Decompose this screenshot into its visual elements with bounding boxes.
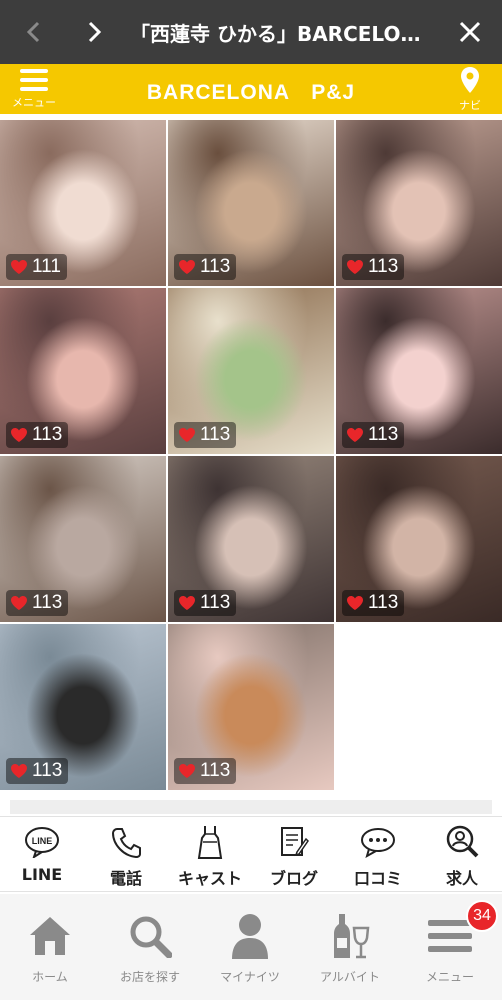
like-count-value: 113 — [200, 256, 231, 277]
navi-button[interactable]: ナビ — [448, 66, 492, 112]
like-count-value: 113 — [368, 424, 399, 445]
shop-menu-label: キャスト — [177, 869, 242, 888]
like-count[interactable]: 113 — [6, 590, 69, 616]
shop-menu-phone[interactable]: 電話 — [84, 823, 168, 889]
close-button[interactable] — [452, 14, 488, 50]
shop-menu-label: 電話 — [109, 869, 142, 888]
like-count[interactable]: 113 — [174, 254, 237, 280]
like-count[interactable]: 113 — [174, 590, 237, 616]
photo-tile[interactable]: 113 — [0, 456, 166, 622]
shop-brand-title: BARCELONA P&J — [146, 81, 356, 104]
line-icon: LINE — [25, 827, 59, 858]
tab-home[interactable]: ホーム — [0, 910, 100, 990]
like-count-value: 113 — [200, 424, 231, 445]
shop-menu-blog[interactable]: ブログ — [252, 823, 336, 889]
heart-icon — [347, 260, 363, 274]
shop-menu-label: LINE — [21, 865, 63, 884]
shop-menu-bar: LINE LINE 電話 キャスト ブログ 口コミ 求人 — [0, 816, 502, 892]
heart-icon — [179, 764, 195, 778]
blog-icon — [281, 827, 309, 857]
navi-label: ナビ — [459, 99, 481, 112]
tab-label: アルバイト — [320, 970, 380, 984]
page-title: 「西蓮寺 ひかる」BARCELONA P&J — [130, 22, 430, 46]
divider-strip — [10, 800, 492, 814]
like-count[interactable]: 113 — [174, 758, 237, 784]
tab-label: メニュー — [425, 970, 474, 984]
photo-tile[interactable]: 113 — [0, 288, 166, 454]
like-count-value: 113 — [368, 256, 399, 277]
tab-label: お店を探す — [119, 970, 180, 984]
tab-search-shops[interactable]: お店を探す — [100, 910, 200, 990]
heart-icon — [11, 596, 27, 610]
shop-menu-cast[interactable]: キャスト — [168, 823, 252, 889]
photo-tile[interactable]: 111 — [0, 120, 166, 286]
shop-menu-reviews[interactable]: 口コミ — [336, 823, 420, 889]
like-count[interactable]: 113 — [6, 422, 69, 448]
chevron-left-icon — [26, 21, 40, 43]
chevron-right-icon — [88, 21, 102, 43]
like-count-value: 113 — [32, 592, 63, 613]
shop-menu-label: 口コミ — [353, 869, 402, 888]
search-icon — [130, 916, 172, 958]
like-count-value: 113 — [368, 592, 399, 613]
tab-my-nights[interactable]: マイナイツ — [200, 910, 300, 990]
photo-tile[interactable]: 113 — [336, 120, 502, 286]
heart-icon — [347, 428, 363, 442]
heart-icon — [347, 596, 363, 610]
map-pin-icon — [461, 67, 479, 93]
shop-menu-jobs[interactable]: 求人 — [420, 823, 502, 889]
home-icon — [30, 917, 70, 955]
like-count-value: 111 — [32, 256, 61, 277]
like-count-value: 113 — [32, 760, 63, 781]
bottle-icon — [334, 914, 370, 959]
photo-tile[interactable]: 113 — [336, 456, 502, 622]
site-header: メニュー BARCELONA P&J ナビ — [0, 64, 502, 114]
photo-tile[interactable]: 113 — [168, 624, 334, 790]
tab-label: マイナイツ — [220, 970, 280, 984]
close-icon — [459, 21, 481, 43]
like-count[interactable]: 113 — [6, 758, 69, 784]
forward-button[interactable] — [76, 14, 112, 50]
back-button[interactable] — [16, 14, 52, 50]
heart-icon — [179, 596, 195, 610]
like-count[interactable]: 113 — [174, 422, 237, 448]
like-count-value: 113 — [200, 592, 231, 613]
phone-icon — [111, 828, 141, 858]
svg-text:LINE: LINE — [32, 836, 53, 846]
like-count[interactable]: 111 — [6, 254, 67, 280]
photo-tile[interactable]: 113 — [168, 288, 334, 454]
photo-tile[interactable]: 113 — [336, 288, 502, 454]
chat-icon — [361, 828, 395, 858]
heart-icon — [179, 260, 195, 274]
bottom-tab-bar: ホーム お店を探す マイナイツ アルバイト メニュー — [0, 894, 502, 1000]
like-count[interactable]: 113 — [342, 422, 405, 448]
heart-icon — [11, 428, 27, 442]
like-count[interactable]: 113 — [342, 590, 405, 616]
browser-top-bar: 「西蓮寺 ひかる」BARCELONA P&J — [0, 0, 502, 64]
shop-menu-label: 求人 — [445, 869, 478, 888]
menu-icon — [428, 920, 472, 952]
photo-tile[interactable]: 113 — [0, 624, 166, 790]
person-icon — [232, 914, 268, 959]
heart-icon — [11, 260, 27, 274]
like-count[interactable]: 113 — [342, 254, 405, 280]
search-person-icon — [446, 825, 479, 858]
notification-badge: 34 — [466, 900, 498, 932]
dress-icon — [197, 826, 223, 859]
heart-icon — [179, 428, 195, 442]
like-count-value: 113 — [32, 424, 63, 445]
tab-label: ホーム — [32, 970, 68, 984]
heart-icon — [11, 764, 27, 778]
like-count-value: 113 — [200, 760, 231, 781]
photo-tile[interactable]: 113 — [168, 120, 334, 286]
shop-menu-line[interactable]: LINE LINE — [0, 823, 84, 889]
shop-menu-label: ブログ — [269, 869, 318, 888]
tab-part-time-jobs[interactable]: アルバイト — [300, 910, 400, 990]
photo-tile[interactable]: 113 — [168, 456, 334, 622]
